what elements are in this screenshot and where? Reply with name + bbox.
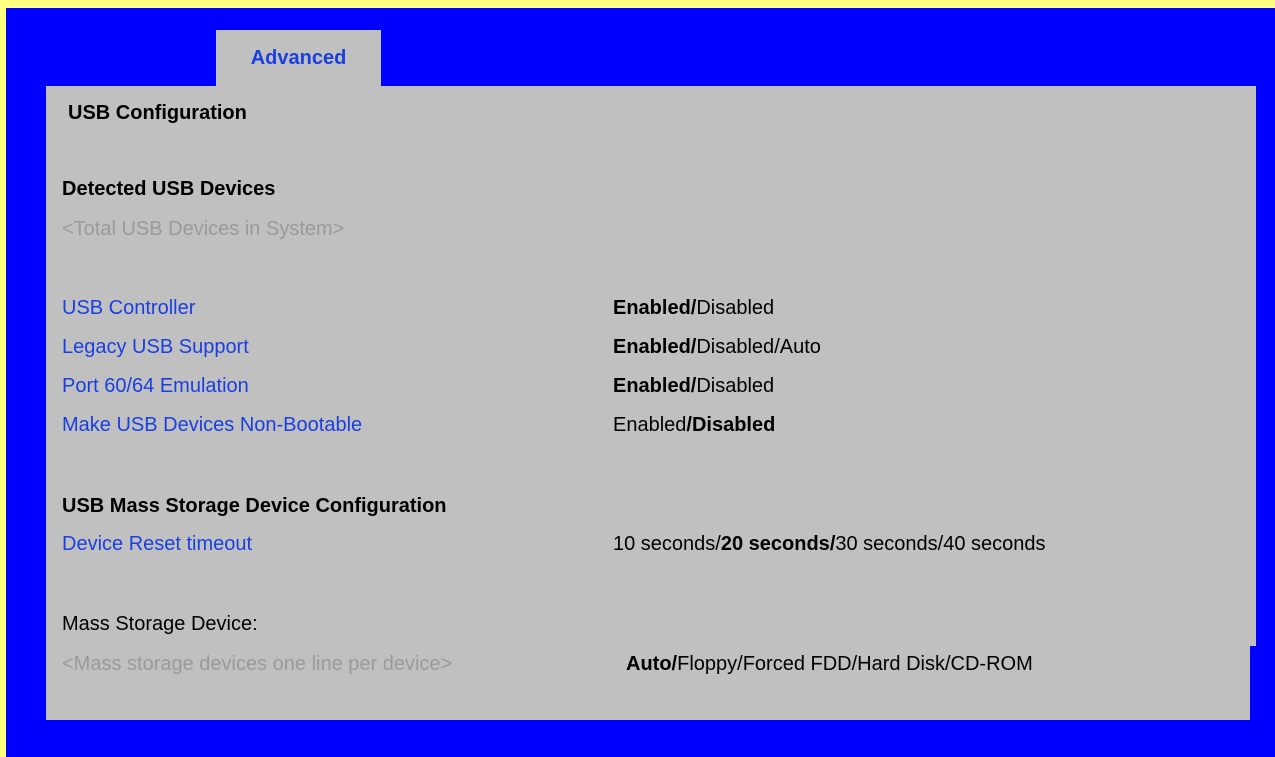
option-value: Auto bbox=[779, 336, 821, 358]
total-usb-devices-placeholder: <Total USB Devices in System> bbox=[62, 218, 345, 240]
option-value: Floppy bbox=[677, 653, 738, 675]
option-value: Auto bbox=[626, 653, 672, 675]
setting-options-device-reset-timeout: 10 seconds/20 seconds/30 seconds/40 seco… bbox=[613, 533, 1046, 556]
option-value: Disabled bbox=[696, 336, 775, 358]
setting-options-port-60-64-emulation: Enabled/Disabled bbox=[613, 375, 774, 398]
option-value: Enabled bbox=[613, 336, 691, 358]
setting-options-mass-storage-device: Auto/Floppy/Forced FDD/Hard Disk/CD-ROM bbox=[626, 653, 1033, 676]
option-value: 30 seconds bbox=[835, 533, 938, 555]
option-value: Forced FDD bbox=[742, 653, 852, 675]
setting-label-legacy-usb-support[interactable]: Legacy USB Support bbox=[62, 336, 249, 359]
setting-options-usb-controller: Enabled/Disabled bbox=[613, 297, 774, 320]
option-value: Enabled bbox=[613, 375, 691, 397]
option-value: Disabled bbox=[691, 414, 776, 436]
bios-frame: Advanced USB Configuration Detected USB … bbox=[6, 6, 1275, 757]
mass-storage-devices-placeholder: <Mass storage devices one line per devic… bbox=[62, 653, 453, 675]
tab-advanced[interactable]: Advanced bbox=[216, 30, 381, 86]
option-value: Disabled bbox=[696, 297, 775, 319]
setting-label-usb-controller[interactable]: USB Controller bbox=[62, 297, 195, 320]
mass-storage-device-heading: Mass Storage Device: bbox=[62, 613, 258, 635]
setting-options-make-usb-non-bootable: Enabled/Disabled bbox=[613, 414, 775, 437]
panel-edge bbox=[1250, 86, 1256, 646]
option-value: Disabled bbox=[696, 375, 775, 397]
setting-label-port-60-64-emulation[interactable]: Port 60/64 Emulation bbox=[62, 375, 249, 398]
option-value: 20 seconds bbox=[720, 533, 830, 555]
detected-devices-heading: Detected USB Devices bbox=[62, 178, 276, 200]
settings-panel: USB Configuration Detected USB Devices <… bbox=[46, 86, 1256, 720]
option-value: 40 seconds bbox=[943, 533, 1046, 555]
option-value: CD-ROM bbox=[950, 653, 1033, 675]
setting-label-make-usb-non-bootable[interactable]: Make USB Devices Non-Bootable bbox=[62, 414, 362, 437]
option-value: Enabled bbox=[613, 414, 687, 436]
option-value: Hard Disk bbox=[857, 653, 945, 675]
setting-label-device-reset-timeout[interactable]: Device Reset timeout bbox=[62, 533, 252, 556]
setting-options-legacy-usb-support: Enabled/Disabled/Auto bbox=[613, 336, 821, 359]
page-title: USB Configuration bbox=[68, 102, 247, 124]
option-value: 10 seconds bbox=[613, 533, 716, 555]
option-value: Enabled bbox=[613, 297, 691, 319]
mass-storage-config-heading: USB Mass Storage Device Configuration bbox=[62, 495, 447, 517]
